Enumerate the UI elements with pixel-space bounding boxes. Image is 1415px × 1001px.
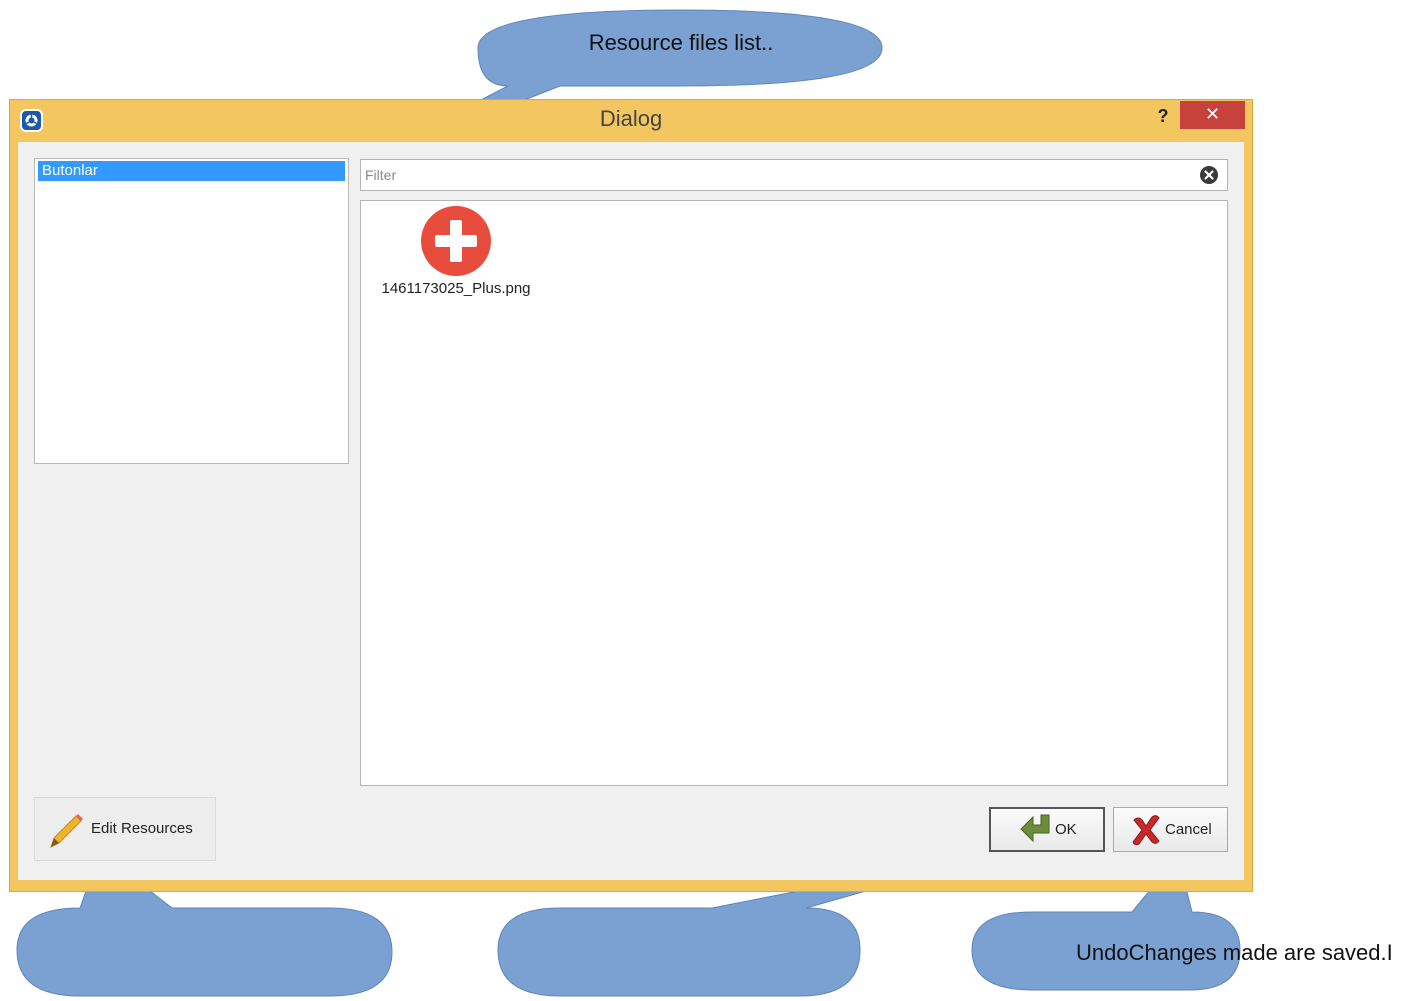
resource-list[interactable]: Butonlar — [34, 158, 349, 464]
dialog-client-area: Butonlar 1461173025_Plus.png — [18, 142, 1244, 880]
edit-resources-button[interactable]: Edit Resources — [34, 797, 216, 861]
edit-resources-label: Edit Resources — [91, 820, 193, 837]
title-bar[interactable]: Dialog ? ✕ — [10, 100, 1252, 142]
dialog-window: Dialog ? ✕ Butonlar Filter 1461173025_Pl… — [9, 99, 1253, 892]
help-button[interactable]: ? — [1150, 103, 1176, 129]
clear-filter-icon[interactable] — [1199, 165, 1219, 185]
red-x-icon — [1132, 815, 1160, 846]
filter-box[interactable] — [360, 159, 1228, 191]
plus-circle-icon — [421, 206, 491, 276]
cancel-label: Cancel — [1165, 821, 1212, 838]
filter-input[interactable] — [365, 163, 1185, 187]
file-name: 1461173025_Plus.png — [381, 280, 531, 297]
callout-cancel-text: UndoChanges made are saved.I — [1076, 940, 1393, 965]
pencil-icon — [50, 814, 83, 848]
close-button[interactable]: ✕ — [1180, 101, 1245, 129]
cancel-button[interactable]: Cancel — [1113, 807, 1228, 852]
list-item-butonlar[interactable]: Butonlar — [38, 161, 345, 181]
callout-top-text: Resource files list.. — [588, 30, 774, 55]
dialog-title: Dialog — [599, 106, 663, 131]
screenshot-stage: Resource files list.. Dialog ? ✕ Butonla… — [0, 0, 1415, 1001]
ok-button[interactable]: OK — [989, 807, 1105, 852]
file-item[interactable]: 1461173025_Plus.png — [371, 205, 541, 305]
ok-label: OK — [1055, 821, 1077, 838]
enter-arrow-icon — [1020, 814, 1050, 843]
file-view[interactable]: 1461173025_Plus.png — [360, 200, 1228, 786]
